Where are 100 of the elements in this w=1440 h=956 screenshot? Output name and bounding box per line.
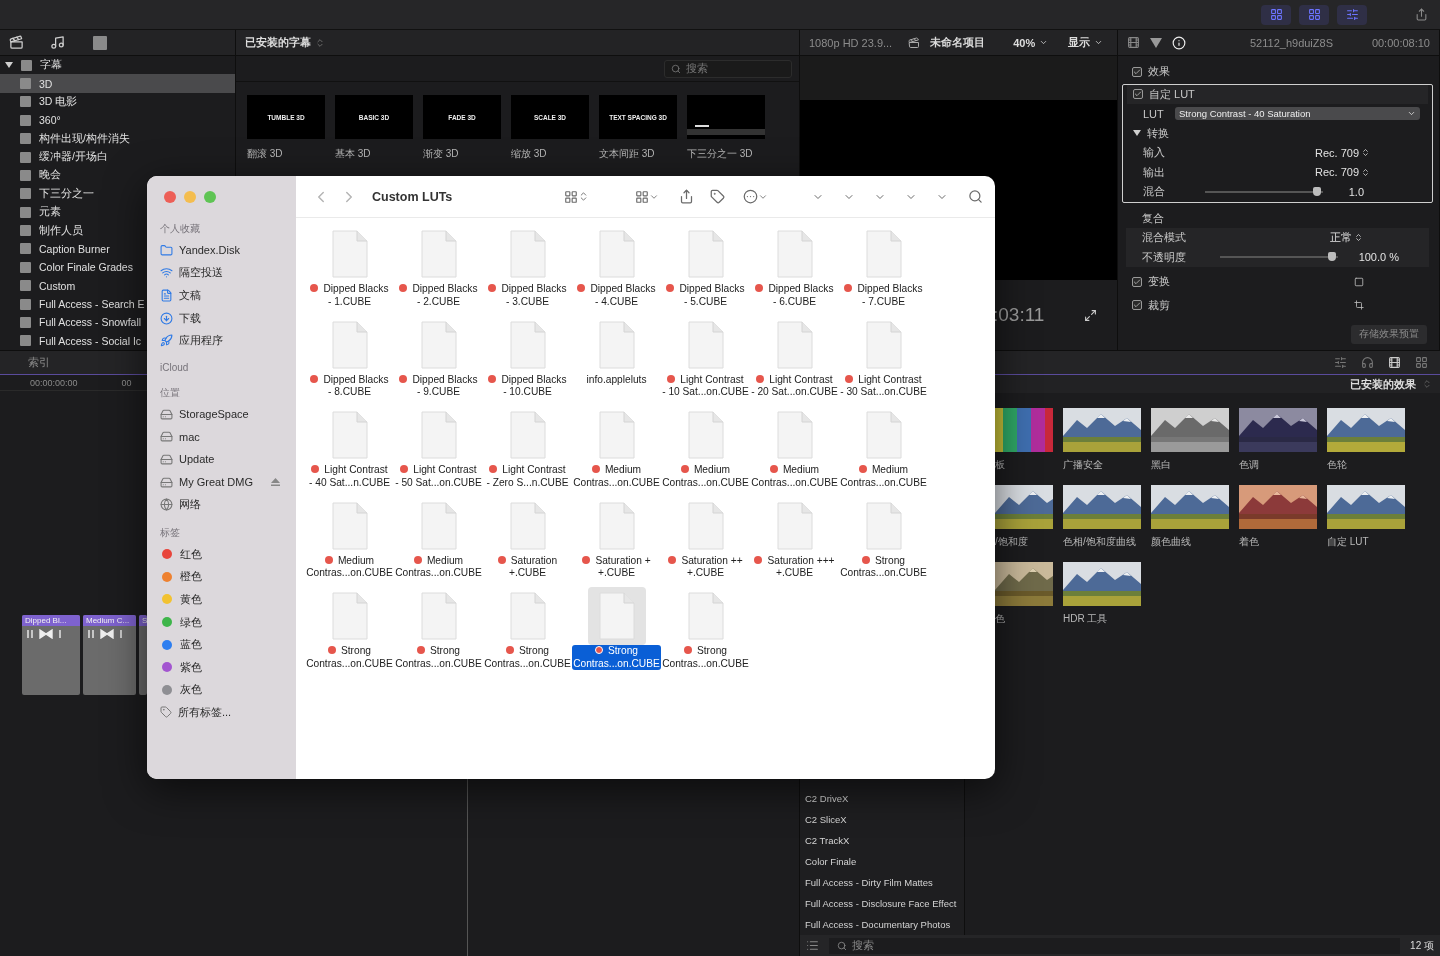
file-name[interactable]: Dipped Blacks - 9.CUBE xyxy=(398,373,479,399)
file-name[interactable]: Light Contrast - 50 Sat...on.CUBE xyxy=(394,464,483,490)
file-name[interactable]: Medium Contras...on.CUBE xyxy=(394,554,483,580)
file-name[interactable]: Dipped Blacks - 3.CUBE xyxy=(487,283,568,309)
file-name[interactable]: Strong Contras...on.CUBE xyxy=(572,645,661,671)
search-field[interactable]: 搜索 xyxy=(829,937,1401,954)
file-name[interactable]: Light Contrast - 30 Sat...on.CUBE xyxy=(839,373,928,399)
sidebar-item[interactable]: Update xyxy=(157,448,288,471)
tag-button[interactable] xyxy=(710,189,725,204)
sidebar-item[interactable]: Yandex.Disk xyxy=(157,239,288,262)
disclosure-icon[interactable] xyxy=(1133,130,1141,137)
file-name[interactable]: Saturation +++ +.CUBE xyxy=(753,554,836,580)
display-menu[interactable]: 显示 xyxy=(1068,35,1104,50)
library-item[interactable]: 360° xyxy=(0,111,63,130)
value-stepper[interactable]: Rec. 709 xyxy=(1314,146,1370,159)
library-item[interactable]: Custom xyxy=(0,276,78,295)
view-toggle-button[interactable] xyxy=(1299,4,1329,25)
library-item[interactable]: Caption Burner xyxy=(0,239,112,259)
sidebar-item[interactable]: 橙色 xyxy=(157,565,288,589)
file-name[interactable]: Dipped Blacks - 7.CUBE xyxy=(843,283,924,309)
transform-icon[interactable] xyxy=(1354,276,1364,287)
sidebar-item[interactable]: 蓝色 xyxy=(157,633,288,656)
updown-icon[interactable] xyxy=(1422,379,1432,389)
window-icon[interactable] xyxy=(1415,356,1428,369)
search-field[interactable]: 搜索 xyxy=(664,59,792,78)
slider-thumb[interactable] xyxy=(1313,186,1322,196)
category-item[interactable]: C2 TrackX xyxy=(800,830,964,851)
library-item[interactable]: 字幕 xyxy=(0,56,64,75)
title-preview[interactable] xyxy=(687,95,765,139)
minimize-button[interactable] xyxy=(184,191,196,203)
close-button[interactable] xyxy=(164,191,176,203)
library-item[interactable]: 3D 电影 xyxy=(0,92,80,112)
sidebar-item[interactable]: StorageSpace xyxy=(157,402,288,426)
updown-icon[interactable] xyxy=(315,37,325,48)
sidebar-item[interactable]: 下载 xyxy=(157,306,288,330)
fullscreen-icon[interactable] xyxy=(1084,308,1098,322)
library-item[interactable]: 元素 xyxy=(0,203,63,222)
file-name[interactable]: Light Contrast - 20 Sat...on.CUBE xyxy=(750,373,839,399)
sidebar-item[interactable]: 隔空投送 xyxy=(157,261,288,285)
file-name[interactable]: Saturation + +.CUBE xyxy=(581,554,652,580)
sidebar-item[interactable]: My Great DMG xyxy=(157,470,288,494)
file-name[interactable]: Medium Contras...on.CUBE xyxy=(839,464,928,490)
file-name[interactable]: Dipped Blacks - 6.CUBE xyxy=(754,283,835,309)
sidebar-item[interactable]: 应用程序 xyxy=(157,329,288,352)
checkbox[interactable] xyxy=(1132,66,1142,77)
file-name[interactable]: Strong Contras...on.CUBE xyxy=(394,645,483,671)
library-item[interactable]: 下三分之一 xyxy=(0,184,96,203)
sidebar-item[interactable]: mac xyxy=(157,425,288,449)
library-item[interactable]: Full Access - Search E xyxy=(0,294,147,314)
film-icon[interactable] xyxy=(1388,356,1401,369)
list-icon[interactable] xyxy=(806,939,819,952)
group-button[interactable] xyxy=(635,189,659,204)
file-name[interactable]: Light Contrast - 10 Sat...on.CUBE xyxy=(661,373,750,399)
timeline-clip[interactable]: Medium C... xyxy=(83,615,136,695)
sidebar-item[interactable]: 紫色 xyxy=(157,655,288,679)
timeline-clip[interactable]: S xyxy=(139,615,147,695)
file-name[interactable]: Strong Contras...on.CUBE xyxy=(839,554,928,580)
library-item[interactable]: 制作人员 xyxy=(0,221,85,240)
file-name[interactable]: Dipped Blacks - 10.CUBE xyxy=(487,373,568,399)
category-item[interactable]: C2 SliceX xyxy=(800,809,964,830)
index-tab[interactable]: 索引 xyxy=(28,355,50,370)
timeline-clip[interactable]: Dipped Bl... xyxy=(22,615,80,695)
save-preset-button[interactable]: 存储效果预置 xyxy=(1351,325,1427,344)
category-item[interactable]: Full Access - Disclosure Face Effect xyxy=(800,893,964,914)
lut-popup[interactable]: Strong Contrast - 40 Saturation xyxy=(1175,107,1420,121)
file-name[interactable]: Light Contrast - Zero S...n.CUBE xyxy=(485,464,570,490)
music-icon[interactable] xyxy=(50,35,65,50)
file-name[interactable]: Light Contrast - 40 Sat...n.CUBE xyxy=(308,464,391,490)
file-name[interactable]: Medium Contras...on.CUBE xyxy=(572,464,661,490)
file-name[interactable]: Medium Contras...on.CUBE xyxy=(661,464,750,490)
file-name[interactable]: Strong Contras...on.CUBE xyxy=(661,645,750,671)
file-name[interactable]: Strong Contras...on.CUBE xyxy=(483,645,572,671)
crop-icon[interactable] xyxy=(1354,300,1364,311)
share-button[interactable] xyxy=(1415,8,1428,21)
more-button[interactable] xyxy=(743,189,768,204)
zoom-button[interactable] xyxy=(204,191,216,203)
sidebar-item[interactable]: 灰色 xyxy=(157,678,288,702)
library-item[interactable]: Full Access - Social Ic xyxy=(0,331,144,350)
file-name[interactable]: Dipped Blacks - 1.CUBE xyxy=(309,283,390,309)
sidebar-item[interactable]: 所有标签... xyxy=(157,701,288,724)
sidebar-item[interactable]: 网络 xyxy=(157,493,288,516)
sidebar-item[interactable]: 黄色 xyxy=(157,588,288,611)
library-item[interactable]: 构件出现/构件消失 xyxy=(0,129,132,148)
file-name[interactable]: Medium Contras...on.CUBE xyxy=(305,554,394,580)
category-item[interactable]: Color Finale xyxy=(800,851,964,872)
view-toggle-button[interactable] xyxy=(1261,4,1291,25)
disclosure-icon[interactable] xyxy=(5,62,13,69)
view-toggle-button[interactable] xyxy=(1337,4,1367,25)
library-item[interactable]: Full Access - Snowfall xyxy=(0,313,144,332)
film-icon[interactable] xyxy=(1127,36,1140,49)
zoom-menu[interactable]: 40% xyxy=(1013,36,1049,49)
sidebar-item[interactable]: 红色 xyxy=(157,542,288,566)
headphones-icon[interactable] xyxy=(1361,356,1374,369)
category-item[interactable]: Full Access - Documentary Photos xyxy=(800,914,964,935)
file-name[interactable]: Strong Contras...on.CUBE xyxy=(305,645,394,671)
checkbox[interactable] xyxy=(1132,276,1142,287)
mix-slider[interactable] xyxy=(1205,190,1323,193)
view-button[interactable] xyxy=(564,189,589,204)
file-name[interactable]: Saturation ++ +.CUBE xyxy=(667,554,744,580)
filter-icon[interactable] xyxy=(1150,36,1162,49)
